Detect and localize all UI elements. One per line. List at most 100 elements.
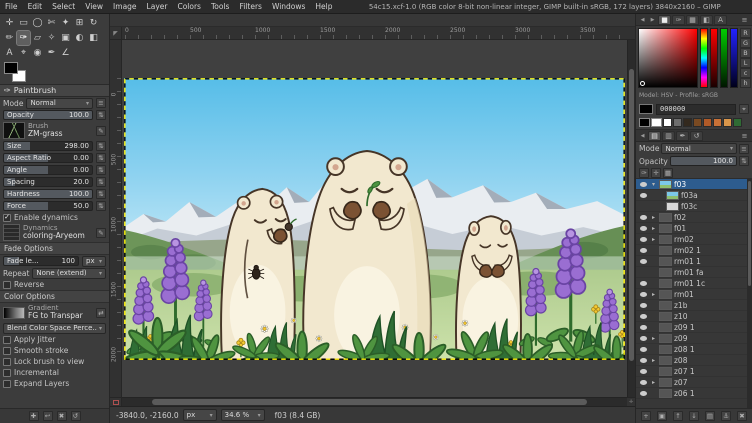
- menu-help[interactable]: Help: [310, 0, 337, 14]
- angle-slider[interactable]: Angle0.00: [3, 165, 93, 175]
- raise-layer-button[interactable]: ↑: [673, 411, 683, 421]
- current-color-swatch[interactable]: [639, 104, 653, 114]
- aspect-spin-button[interactable]: ⇅: [96, 153, 106, 163]
- layer-visibility-toggle[interactable]: [638, 215, 648, 220]
- group-expander-icon[interactable]: ▸: [650, 236, 657, 243]
- lock-brush-checkbox[interactable]: [3, 358, 11, 366]
- chevron-left-icon[interactable]: ◀: [638, 131, 647, 141]
- layer-row[interactable]: z10: [636, 311, 752, 322]
- layer-visibility-toggle[interactable]: [638, 193, 648, 198]
- history-swatch[interactable]: [703, 118, 712, 127]
- layer-row[interactable]: ▸z09: [636, 333, 752, 344]
- blend-color-space-select[interactable]: Blend Color Space Perce... ▾: [3, 323, 106, 334]
- force-spin-button[interactable]: ⇅: [96, 201, 106, 211]
- layer-opacity-slider[interactable]: 100.0: [670, 156, 737, 166]
- layer-row[interactable]: ▸rm01: [636, 289, 752, 300]
- layer-row[interactable]: ▸z07: [636, 377, 752, 388]
- repeat-select[interactable]: None (extend) ▾: [32, 268, 106, 279]
- gradient-tool[interactable]: ◧: [87, 31, 100, 45]
- layer-visibility-toggle[interactable]: [638, 314, 648, 319]
- layer-visibility-toggle[interactable]: [638, 336, 648, 341]
- tab-fg-color[interactable]: ■: [658, 15, 671, 25]
- edit-brush-button[interactable]: ✎: [96, 126, 106, 136]
- layer-row[interactable]: f03c: [636, 201, 752, 212]
- fade-length-slider[interactable]: Fade le... 100: [3, 256, 79, 266]
- layer-row[interactable]: z08 1: [636, 344, 752, 355]
- zoom-select[interactable]: 34.6 % ▾: [221, 409, 265, 421]
- smooth-stroke-row[interactable]: Smooth stroke: [0, 345, 109, 356]
- text-tool[interactable]: A: [3, 46, 16, 60]
- fg-color-indicator[interactable]: [639, 118, 650, 127]
- eyedropper-icon[interactable]: ⌖: [739, 104, 749, 114]
- layer-row[interactable]: z06 1: [636, 388, 752, 399]
- history-swatch[interactable]: [663, 118, 672, 127]
- fade-unit-select[interactable]: px ▾: [82, 256, 106, 267]
- layer-visibility-toggle[interactable]: [638, 380, 648, 385]
- layer-row[interactable]: f03a: [636, 190, 752, 201]
- enable-dynamics-checkbox[interactable]: ✓: [3, 214, 11, 222]
- lock-position-button[interactable]: ✛: [651, 168, 661, 178]
- tab-brushes[interactable]: ✑: [672, 15, 685, 25]
- incremental-row[interactable]: Incremental: [0, 367, 109, 378]
- zoom-tool[interactable]: ◉: [31, 46, 44, 60]
- hex-input[interactable]: 000000: [656, 104, 736, 115]
- hardness-slider[interactable]: Hardness100.0: [3, 189, 93, 199]
- dock-menu-icon[interactable]: ≡: [739, 131, 750, 141]
- mode-menu-button[interactable]: ≡: [96, 98, 106, 108]
- layer-list-scrollbar[interactable]: [747, 179, 752, 408]
- layer-visibility-toggle[interactable]: [638, 347, 648, 352]
- layer-visibility-toggle[interactable]: [638, 325, 648, 330]
- menu-layer[interactable]: Layer: [142, 0, 173, 14]
- menu-select[interactable]: Select: [47, 0, 80, 14]
- tab-history[interactable]: ↺: [690, 131, 703, 141]
- history-swatch[interactable]: [733, 118, 742, 127]
- history-swatch[interactable]: [693, 118, 702, 127]
- menu-windows[interactable]: Windows: [267, 0, 310, 14]
- size-spin-button[interactable]: ⇅: [96, 141, 106, 151]
- canvas[interactable]: [124, 78, 625, 360]
- incremental-checkbox[interactable]: [3, 369, 11, 377]
- fuzzy-select-tool[interactable]: ✦: [59, 16, 72, 30]
- layer-row[interactable]: z07 1: [636, 366, 752, 377]
- dock-menu-icon[interactable]: ≡: [739, 15, 750, 25]
- layer-row[interactable]: rm01 fa: [636, 267, 752, 278]
- reverse-row[interactable]: Reverse: [0, 279, 109, 290]
- horizontal-scrollbar[interactable]: [122, 397, 627, 406]
- menu-file[interactable]: File: [0, 0, 23, 14]
- layer-visibility-toggle[interactable]: [638, 292, 648, 297]
- move-tool[interactable]: ✛: [3, 16, 16, 30]
- layer-mode-select[interactable]: Normal ▾: [661, 143, 737, 154]
- hue-strip[interactable]: [700, 28, 708, 88]
- history-swatch[interactable]: [673, 118, 682, 127]
- quick-mask-toggle[interactable]: [110, 397, 122, 406]
- history-swatch[interactable]: [683, 118, 692, 127]
- group-expander-icon[interactable]: ▸: [650, 335, 657, 342]
- blue-channel-strip[interactable]: [730, 28, 738, 88]
- channel-button-h[interactable]: h: [740, 78, 751, 88]
- layer-visibility-toggle[interactable]: [638, 259, 648, 264]
- tab-paths[interactable]: ✒: [676, 131, 689, 141]
- dynamics-thumbnail[interactable]: [3, 224, 20, 241]
- apply-jitter-row[interactable]: Apply Jitter: [0, 334, 109, 345]
- layer-mode-menu-button[interactable]: ≡: [739, 144, 749, 154]
- apply-jitter-checkbox[interactable]: [3, 336, 11, 344]
- layer-row[interactable]: ▸z08: [636, 355, 752, 366]
- fade-options-section[interactable]: Fade Options: [0, 242, 109, 255]
- foreground-color-swatch[interactable]: [4, 62, 18, 74]
- layer-visibility-toggle[interactable]: [638, 248, 648, 253]
- vertical-ruler[interactable]: 0500100015002000: [110, 40, 122, 397]
- channel-button-r[interactable]: R: [740, 28, 751, 38]
- spacing-spin-button[interactable]: ⇅: [96, 177, 106, 187]
- edit-dynamics-button[interactable]: ✎: [96, 228, 106, 238]
- menu-edit[interactable]: Edit: [23, 0, 48, 14]
- group-expander-icon[interactable]: ▸: [650, 225, 657, 232]
- group-expander-icon[interactable]: ▸: [650, 357, 657, 364]
- layer-visibility-toggle[interactable]: [638, 358, 648, 363]
- delete-layer-button[interactable]: ✖: [737, 411, 747, 421]
- lower-layer-button[interactable]: ↓: [689, 411, 699, 421]
- duplicate-layer-button[interactable]: ▤: [705, 411, 715, 421]
- smooth-stroke-checkbox[interactable]: [3, 347, 11, 355]
- brush-thumbnail[interactable]: [3, 122, 25, 139]
- color-options-section[interactable]: Color Options: [0, 290, 109, 303]
- menu-colors[interactable]: Colors: [172, 0, 206, 14]
